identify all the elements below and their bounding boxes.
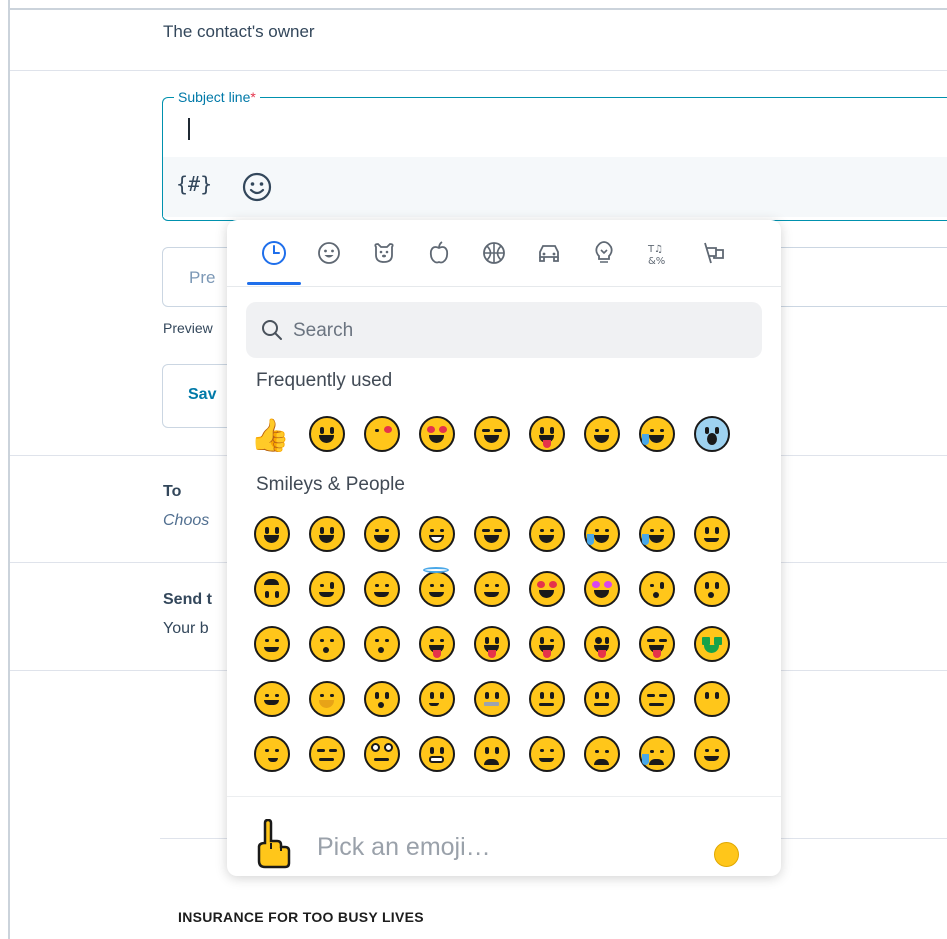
objects-icon[interactable] (587, 236, 621, 270)
emoji-raised-eyebrow[interactable] (529, 681, 565, 717)
emoji-no-mouth[interactable] (694, 681, 730, 717)
activity-icon[interactable] (477, 236, 511, 270)
subject-toolbar (163, 157, 947, 217)
pick-emoji-placeholder: Pick an emoji… (317, 833, 491, 861)
emoji-rofl[interactable] (584, 516, 620, 552)
emoji-smiley[interactable] (309, 516, 345, 552)
emoji-laughing[interactable] (474, 516, 510, 552)
frequently-used-title: Frequently used (256, 370, 393, 391)
preview-help-text: Preview (163, 320, 213, 336)
search-placeholder: Search (293, 320, 354, 341)
animals-icon[interactable] (367, 236, 401, 270)
emoji-star-struck[interactable] (584, 571, 620, 607)
svg-text:&%: &% (648, 256, 665, 267)
emoji-grinning[interactable] (254, 516, 290, 552)
left-border (8, 0, 10, 939)
emoji-heart-eyes[interactable] (529, 571, 565, 607)
emoji-zipper-mouth[interactable] (474, 681, 510, 717)
emoji-sleepy[interactable] (639, 736, 675, 772)
emoji-relieved[interactable] (529, 736, 565, 772)
emoji-unamused[interactable] (309, 736, 345, 772)
emoji-winking-tongue[interactable] (529, 626, 565, 662)
subject-label: Subject line* (174, 89, 260, 105)
emoji-kissing-heart[interactable] (639, 571, 675, 607)
preview-placeholder: Pre (189, 268, 216, 287)
emoji-shushing[interactable] (364, 681, 400, 717)
emoji-winking-tongue[interactable] (529, 416, 565, 452)
text-caret (188, 118, 190, 140)
emoji-joy[interactable] (639, 516, 675, 552)
emoji-hugging[interactable] (254, 681, 290, 717)
emoji-blush[interactable] (364, 571, 400, 607)
emoji-eye-roll[interactable] (364, 736, 400, 772)
owner-text: The contact's owner (163, 22, 315, 41)
emoji-lying[interactable] (474, 736, 510, 772)
symbols-icon[interactable]: T♫ &% (642, 236, 676, 270)
travel-icon[interactable] (532, 236, 566, 270)
emoji-grin[interactable] (419, 516, 455, 552)
emoji-zany[interactable] (584, 626, 620, 662)
emoji-sweat-smile[interactable] (529, 516, 565, 552)
emoji-tongue[interactable] (474, 626, 510, 662)
emoji-category-bar: T♫ &% (227, 220, 781, 287)
send-value: Your b (163, 620, 209, 637)
search-icon (262, 320, 282, 340)
emoji-smiley[interactable] (309, 416, 345, 452)
emoji-thumbs-up[interactable]: 👍 (250, 416, 290, 454)
emoji-slight-smile[interactable] (694, 516, 730, 552)
emoji-upside-down[interactable] (254, 571, 290, 607)
emoji-wink[interactable] (309, 571, 345, 607)
food-icon[interactable] (422, 236, 456, 270)
emoji-neutral[interactable] (584, 681, 620, 717)
emoji-expressionless[interactable] (639, 681, 675, 717)
flags-icon[interactable] (697, 236, 731, 270)
emoji-smiling-hearts[interactable] (474, 571, 510, 607)
emoji-sweat-smile[interactable] (584, 416, 620, 452)
emoji-kissing-heart[interactable] (364, 416, 400, 452)
divider (10, 70, 947, 71)
footer-text: INSURANCE FOR TOO BUSY LIVES (178, 909, 424, 925)
to-label: To (163, 483, 182, 500)
emoji-kissing-closed[interactable] (309, 626, 345, 662)
emoji-preview-bar: Pick an emoji… (227, 796, 781, 876)
emoji-innocent[interactable] (419, 567, 455, 607)
emoji-laughing[interactable] (474, 416, 510, 452)
active-category-indicator (247, 282, 301, 285)
emoji-squinting-tongue[interactable] (639, 626, 675, 662)
emoji-scream[interactable] (694, 416, 730, 452)
emoji-joy[interactable] (639, 416, 675, 452)
required-mark: * (250, 89, 256, 105)
emoji-smirk[interactable] (254, 736, 290, 772)
emoji-kissing[interactable] (694, 571, 730, 607)
smileys-people-title: Smileys & People (256, 474, 405, 495)
recent-icon[interactable] (257, 236, 291, 270)
emoji-money-mouth[interactable] (694, 626, 730, 662)
emoji-search-input[interactable]: Search (246, 302, 762, 358)
emoji-pensive[interactable] (584, 736, 620, 772)
emoji-yum[interactable] (419, 626, 455, 662)
send-label: Send t (163, 591, 212, 608)
app-frame: The contact's owner Subject line* {#} Pr… (0, 0, 947, 939)
top-border (8, 8, 947, 10)
save-button-label: Sav (188, 386, 217, 403)
emoji-hand-over-mouth[interactable] (309, 681, 345, 717)
emoji-picker-icon[interactable] (240, 170, 274, 204)
to-value[interactable]: Choos (163, 512, 209, 530)
point-up-icon (257, 819, 291, 869)
emoji-drooling[interactable] (694, 736, 730, 772)
emoji-smile[interactable] (364, 516, 400, 552)
personalization-token-icon[interactable]: {#} (176, 172, 212, 196)
emoji-thinking[interactable] (419, 681, 455, 717)
emoji-relaxed[interactable] (254, 626, 290, 662)
svg-text:T♫: T♫ (647, 244, 663, 255)
smileys-icon[interactable] (312, 236, 346, 270)
emoji-heart-eyes[interactable] (419, 416, 455, 452)
skin-tone-selector[interactable] (714, 842, 739, 867)
emoji-picker: T♫ &% Search Frequently used 👍 Smileys & … (227, 220, 781, 876)
emoji-kissing-smiling[interactable] (364, 626, 400, 662)
emoji-grimacing[interactable] (419, 736, 455, 772)
